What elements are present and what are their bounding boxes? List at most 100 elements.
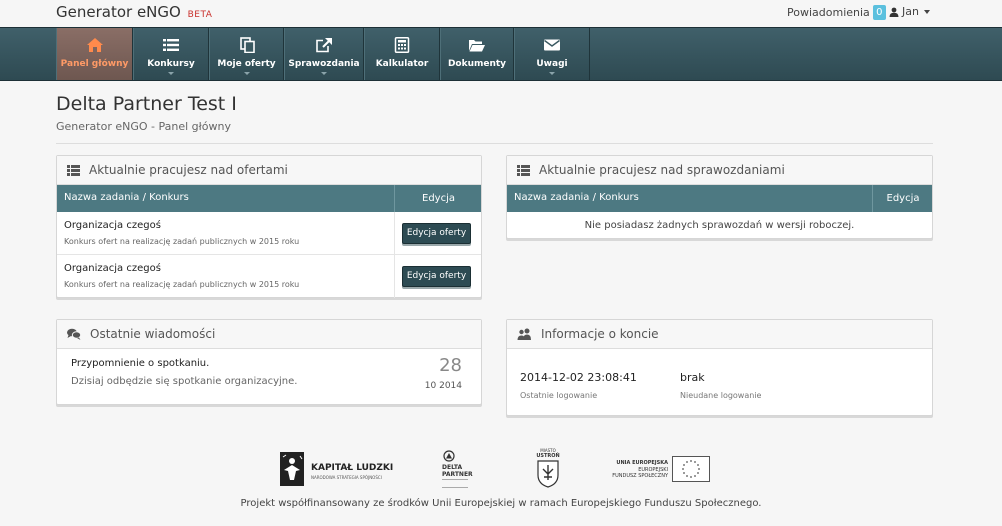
nav-item-dokumenty[interactable]: Dokumenty xyxy=(440,28,514,80)
logo-line-2: PARTNER xyxy=(442,471,473,478)
notifications-badge: 0 xyxy=(872,5,886,20)
logo-line-1: DELTA xyxy=(442,464,463,471)
account-panel: Informacje o koncie 2014-12-02 23:08:41 … xyxy=(506,319,933,416)
table-header: Nazwa zadania / Konkurs Edycja xyxy=(57,185,481,212)
empty-state-message: Nie posiadasz żadnych sprawozdań w wersj… xyxy=(584,219,855,231)
kapital-ludzki-logo: KAPITAŁ LUDZKI NARODOWA STRATEGIA SPÓJNO… xyxy=(280,452,396,488)
user-name: Jan xyxy=(902,5,919,18)
nav-item-uwagi[interactable]: Uwagi xyxy=(514,28,590,80)
notifications-label: Powiadomienia xyxy=(787,6,870,19)
nav-label: Dokumenty xyxy=(447,59,507,69)
nav-label: Panel główny xyxy=(60,59,129,69)
message-day: 28 xyxy=(439,355,462,376)
failed-login-value: brak xyxy=(680,371,705,384)
offers-panel: Aktualnie pracujesz nad ofertami Nazwa z… xyxy=(56,155,482,298)
table-row: Organizacja czegoś Konkurs ofert na real… xyxy=(57,255,481,298)
panel-title: Informacje o koncie xyxy=(541,327,659,341)
column-header-edit: Edycja xyxy=(394,185,482,212)
chevron-down-icon xyxy=(321,72,327,75)
comments-icon xyxy=(67,328,81,340)
failed-login-label: Nieudane logowanie xyxy=(680,391,762,400)
logo-line-3: FUNDUSZ SPOŁECZNY xyxy=(612,473,668,479)
nav-item-moje-oferty[interactable]: Moje oferty xyxy=(209,28,284,80)
footer-logos: KAPITAŁ LUDZKI NARODOWA STRATEGIA SPÓJNO… xyxy=(0,448,1002,492)
footer-note: Projekt współfinansowany ze środków Unii… xyxy=(240,498,762,509)
table-row: Organizacja czegoś Konkurs ofert na real… xyxy=(57,212,481,255)
logo-line-2: USTROŃ xyxy=(536,453,560,459)
panel-title: Aktualnie pracujesz nad ofertami xyxy=(89,163,288,177)
envelope-icon xyxy=(544,39,560,51)
ustron-logo: MIASTO USTROŃ xyxy=(533,448,563,490)
folder-open-icon xyxy=(469,40,485,52)
list-icon xyxy=(517,164,530,176)
top-bar: Generator eNGO BETA Powiadomienia 0 Jan xyxy=(0,0,1002,27)
account-info: 2014-12-02 23:08:41 Ostatnie logowanie b… xyxy=(507,349,932,415)
calculator-icon xyxy=(394,37,410,53)
page-subtitle: Generator eNGO - Panel główny xyxy=(56,120,231,133)
eu-flag-icon xyxy=(672,456,710,482)
panel-title: Aktualnie pracujesz nad sprawozdaniami xyxy=(539,163,785,177)
chevron-down-icon xyxy=(168,72,174,75)
table-header: Nazwa zadania / Konkurs Edycja xyxy=(507,185,932,212)
column-header-name: Nazwa zadania / Konkurs xyxy=(64,192,189,203)
list-icon xyxy=(163,39,179,51)
page-title: Delta Partner Test I xyxy=(56,93,237,115)
task-name: Organizacja czegoś xyxy=(64,220,161,231)
logo-line-1: UNIA EUROPEJSKA xyxy=(616,460,668,466)
contest-name: Konkurs ofert na realizację zadań public… xyxy=(64,280,300,289)
chevron-down-icon xyxy=(243,72,250,75)
external-link-icon xyxy=(316,38,332,53)
edit-cell: Edycja oferty xyxy=(394,255,482,298)
panel-header: Informacje o koncie xyxy=(507,320,932,349)
panel-header: Ostatnie wiadomości xyxy=(57,320,481,349)
delta-partner-logo: DELTA PARTNER xyxy=(438,450,478,490)
divider xyxy=(56,143,933,144)
home-icon xyxy=(86,38,103,52)
chevron-down-icon xyxy=(923,9,930,14)
brand[interactable]: Generator eNGO BETA xyxy=(56,3,212,21)
panel-title: Ostatnie wiadomości xyxy=(90,327,216,341)
notifications-link[interactable]: Powiadomienia 0 xyxy=(787,5,886,20)
last-login-label: Ostatnie logowanie xyxy=(520,391,598,400)
list-icon xyxy=(67,164,80,176)
panel-header: Aktualnie pracujesz nad sprawozdaniami xyxy=(507,156,932,185)
column-header-edit: Edycja xyxy=(872,185,933,212)
nav-item-panel-glowny[interactable]: Panel główny xyxy=(56,28,133,80)
reports-panel: Aktualnie pracujesz nad sprawozdaniami N… xyxy=(506,155,933,239)
messages-panel: Ostatnie wiadomości Przypomnienie o spot… xyxy=(56,319,482,405)
nav-label: Sprawozdania xyxy=(288,59,360,69)
edit-offer-button[interactable]: Edycja oferty xyxy=(402,223,471,244)
message-body: Dzisiaj odbędzie się spotkanie organizac… xyxy=(71,376,298,387)
nav-label: Moje oferty xyxy=(217,59,276,69)
nav-item-sprawozdania[interactable]: Sprawozdania xyxy=(284,28,364,80)
message-title: Przypomnienie o spotkaniu. xyxy=(71,358,210,369)
delta-emblem-icon xyxy=(443,450,455,462)
users-icon xyxy=(517,328,531,340)
copy-icon xyxy=(239,37,255,53)
nav-item-konkursy[interactable]: Konkursy xyxy=(133,28,209,80)
brand-name: Generator eNGO xyxy=(56,3,181,21)
beta-tag: BETA xyxy=(187,10,213,20)
last-login-value: 2014-12-02 23:08:41 xyxy=(520,371,637,384)
message-item[interactable]: Przypomnienie o spotkaniu. Dzisiaj odbęd… xyxy=(57,349,481,405)
nav-label: Konkursy xyxy=(147,59,195,69)
eu-efs-logo: UNIA EUROPEJSKA EUROPEJSKI FUNDUSZ SPOŁE… xyxy=(612,456,712,484)
nav-label: Kalkulator xyxy=(375,59,429,69)
kapital-ludzki-emblem-icon xyxy=(280,452,304,486)
contest-name: Konkurs ofert na realizację zadań public… xyxy=(64,237,300,246)
edit-cell: Edycja oferty xyxy=(394,212,482,255)
message-month-year: 10 2014 xyxy=(424,381,462,391)
nav-label: Uwagi xyxy=(536,59,568,69)
logo-fine-print xyxy=(442,479,468,488)
column-header-name: Nazwa zadania / Konkurs xyxy=(514,192,639,203)
main-nav: Panel główny Konkursy Moje oferty Sprawo… xyxy=(0,27,1002,81)
user-icon xyxy=(889,7,899,17)
nav-item-kalkulator[interactable]: Kalkulator xyxy=(364,28,440,80)
panel-header: Aktualnie pracujesz nad ofertami xyxy=(57,156,481,185)
chevron-down-icon xyxy=(549,72,555,75)
logo-subtitle: NARODOWA STRATEGIA SPÓJNOŚCI xyxy=(311,475,382,480)
coat-of-arms-icon xyxy=(537,460,559,488)
task-name: Organizacja czegoś xyxy=(64,263,161,274)
edit-offer-button[interactable]: Edycja oferty xyxy=(402,266,471,287)
user-menu[interactable]: Jan xyxy=(889,5,930,18)
